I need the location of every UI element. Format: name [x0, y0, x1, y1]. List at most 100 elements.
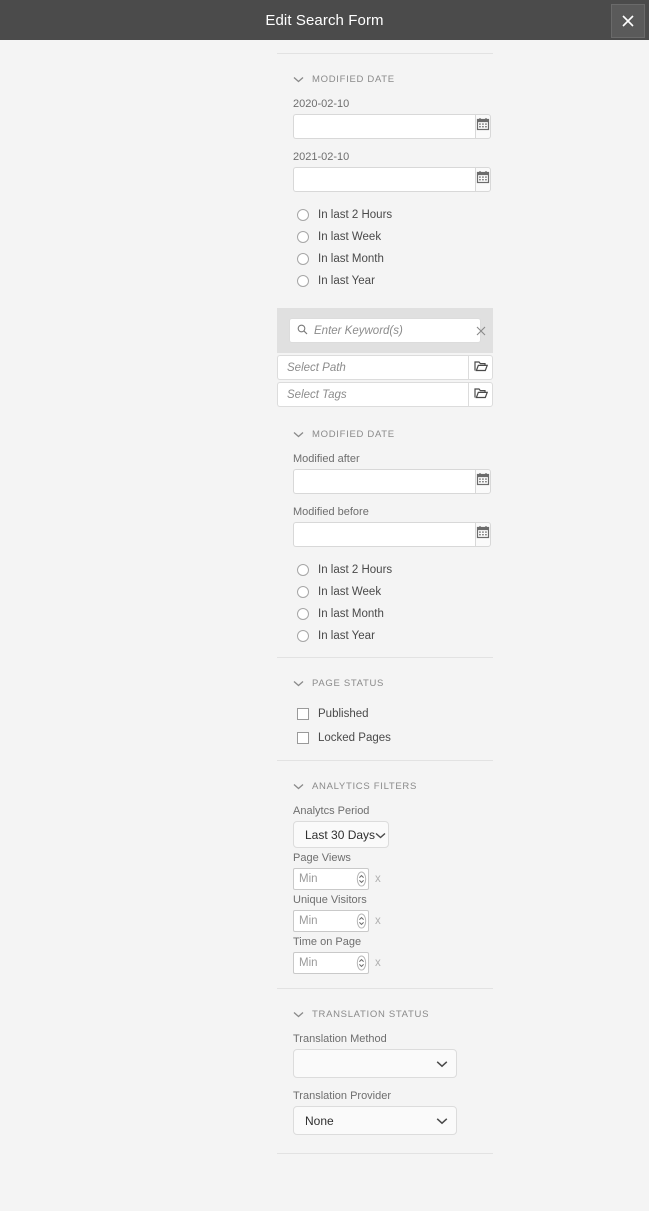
stepper-arrows-icon[interactable] — [354, 869, 368, 889]
date-input-from[interactable] — [293, 114, 475, 139]
section-header-analytics-filters[interactable]: Analytics Filters — [277, 761, 493, 805]
dialog-titlebar: Edit Search Form — [0, 0, 649, 40]
clear-icon[interactable] — [476, 326, 486, 336]
section-title: Translation Status — [312, 1008, 430, 1020]
chevron-down-icon — [293, 1005, 304, 1023]
checkbox-locked-pages[interactable]: Locked Pages — [277, 726, 493, 750]
radio-option[interactable]: In last Week — [277, 226, 493, 248]
radio-label: In last Year — [318, 275, 375, 287]
page-views-row: x — [293, 868, 493, 890]
tags-input[interactable]: Select Tags — [277, 382, 468, 407]
checkbox-published[interactable]: Published — [277, 702, 493, 726]
checkbox-label: Locked Pages — [318, 732, 391, 744]
section-title: Modified Date — [312, 428, 395, 440]
calendar-icon — [476, 525, 490, 544]
radio-label: In last Month — [318, 608, 384, 620]
radio-icon — [297, 608, 309, 620]
keyword-search-field[interactable] — [289, 318, 486, 343]
tags-browse-button[interactable] — [468, 382, 493, 407]
page-views-suffix: x — [375, 873, 381, 885]
chevron-down-icon — [436, 1057, 448, 1071]
calendar-icon — [476, 117, 490, 136]
folder-icon — [473, 386, 488, 404]
date-input-to[interactable] — [293, 167, 475, 192]
page-views-input[interactable] — [294, 869, 354, 889]
calendar-button[interactable] — [475, 114, 491, 139]
radio-label: In last Year — [318, 630, 375, 642]
unique-visitors-suffix: x — [375, 915, 381, 927]
path-input[interactable]: Select Path — [277, 355, 468, 380]
radio-label: In last Week — [318, 231, 382, 243]
analytics-period-select[interactable]: Last 30 Days — [293, 821, 389, 848]
unique-visitors-label: Unique Visitors — [293, 894, 367, 906]
modified-before-label: Modified before — [293, 506, 369, 518]
radio-option[interactable]: In last 2 Hours — [277, 559, 493, 581]
radio-icon — [297, 564, 309, 576]
calendar-button[interactable] — [475, 167, 491, 192]
chevron-down-icon — [375, 828, 386, 842]
close-icon — [621, 14, 635, 28]
translation-provider-value: None — [305, 1113, 334, 1128]
modified-after-label: Modified after — [293, 453, 360, 465]
radio-option[interactable]: In last Month — [277, 603, 493, 625]
radio-option[interactable]: In last Week — [277, 581, 493, 603]
path-browse-button[interactable] — [468, 355, 493, 380]
radio-label: In last Week — [318, 586, 382, 598]
modified-after-input[interactable] — [293, 469, 475, 494]
radio-icon — [297, 275, 309, 287]
date-field-label: 2021-02-10 — [293, 151, 350, 163]
radio-icon — [297, 209, 309, 221]
section-header-modified-date-top[interactable]: Modified Date — [277, 54, 493, 98]
time-on-page-suffix: x — [375, 957, 381, 969]
date-field-row — [293, 469, 491, 494]
translation-method-select[interactable] — [293, 1049, 457, 1078]
stepper-arrows-icon[interactable] — [354, 911, 368, 931]
section-title: Analytics Filters — [312, 780, 417, 792]
date-field-row — [293, 522, 491, 547]
checkbox-icon — [297, 708, 309, 720]
section-header-modified-date-bottom[interactable]: Modified Date — [277, 409, 493, 453]
chevron-down-icon — [293, 674, 304, 692]
time-on-page-label: Time on Page — [293, 936, 362, 948]
section-header-translation-status[interactable]: Translation Status — [277, 989, 493, 1033]
divider — [277, 1153, 493, 1154]
translation-provider-label: Translation Provider — [293, 1090, 392, 1102]
calendar-button[interactable] — [475, 522, 491, 547]
keyword-search-container — [277, 308, 493, 353]
date-field-row — [293, 114, 491, 139]
calendar-icon — [476, 472, 490, 491]
calendar-icon — [476, 170, 490, 189]
time-on-page-stepper[interactable] — [293, 952, 369, 974]
chevron-down-icon — [436, 1114, 448, 1128]
radio-icon — [297, 630, 309, 642]
chevron-down-icon — [293, 425, 304, 443]
radio-option[interactable]: In last Month — [277, 248, 493, 270]
translation-provider-select[interactable]: None — [293, 1106, 457, 1135]
stepper-arrows-icon[interactable] — [354, 953, 368, 973]
analytics-period-label: Analytcs Period — [293, 805, 370, 817]
radio-option[interactable]: In last Year — [277, 270, 493, 292]
radio-icon — [297, 586, 309, 598]
time-on-page-input[interactable] — [294, 953, 354, 973]
section-title: Modified Date — [312, 73, 395, 85]
page-title: Edit Search Form — [265, 11, 384, 29]
close-button[interactable] — [611, 4, 645, 38]
search-icon — [297, 322, 308, 340]
radio-icon — [297, 231, 309, 243]
search-input[interactable] — [314, 324, 470, 337]
page-views-stepper[interactable] — [293, 868, 369, 890]
radio-option[interactable]: In last 2 Hours — [277, 204, 493, 226]
section-title: Page Status — [312, 677, 385, 689]
search-form-panel: Modified Date 2020-02-10 2021-02-10 — [277, 40, 493, 1211]
unique-visitors-row: x — [293, 910, 493, 932]
radio-option[interactable]: In last Year — [277, 625, 493, 647]
section-header-page-status[interactable]: Page Status — [277, 658, 493, 702]
translation-method-label: Translation Method — [293, 1033, 387, 1045]
unique-visitors-input[interactable] — [294, 911, 354, 931]
unique-visitors-stepper[interactable] — [293, 910, 369, 932]
modified-before-input[interactable] — [293, 522, 475, 547]
calendar-button[interactable] — [475, 469, 491, 494]
tags-picker-row: Select Tags — [277, 382, 493, 407]
folder-icon — [473, 359, 488, 377]
time-on-page-row: x — [293, 952, 493, 974]
